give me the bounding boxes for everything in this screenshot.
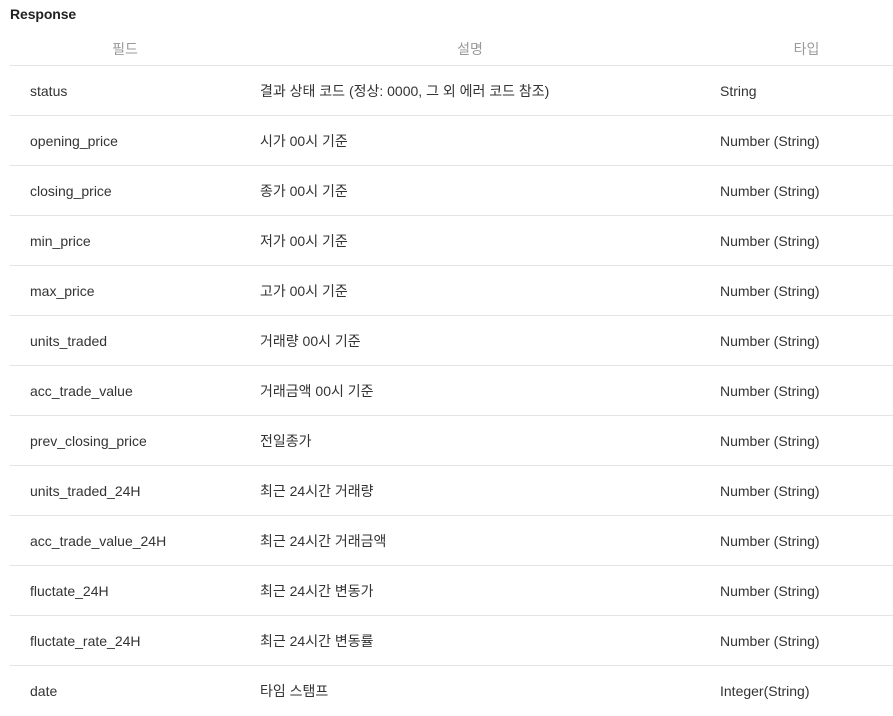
description-cell: 최근 24시간 거래량	[260, 482, 374, 499]
table-row: date 타임 스탬프 Integer(String)	[10, 666, 893, 716]
type-cell: Number (String)	[720, 632, 820, 649]
column-header-type: 타입	[793, 40, 820, 57]
table-header: 필드 설명 타입	[10, 32, 893, 66]
type-cell: Number (String)	[720, 232, 820, 249]
field-name-cell: status	[30, 82, 68, 99]
field-name-cell: min_price	[30, 232, 91, 249]
table-row: units_traded_24H 최근 24시간 거래량 Number (Strin…	[10, 466, 893, 516]
description-cell: 거래금액 00시 기준	[260, 382, 374, 399]
column-header-description: 설명	[457, 40, 483, 57]
field-name-cell: opening_price	[30, 132, 118, 149]
description-cell: 최근 24시간 변동가	[260, 582, 374, 599]
description-cell: 저가 00시 기준	[260, 232, 348, 249]
field-name-cell: units_traded	[30, 332, 108, 349]
description-cell: 타임 스탬프	[260, 683, 329, 699]
field-name-cell: max_price	[30, 282, 95, 299]
description-cell: 최근 24시간 거래금액	[260, 532, 387, 549]
table-row: fluctate_24H 최근 24시간 변동가 Number (String)	[10, 566, 893, 616]
description-cell: 거래량 00시 기준	[260, 332, 361, 349]
table-row: fluctate_rate_24H 최근 24시간 변동률 Number (Stri…	[10, 616, 893, 666]
description-cell: 결과 상태 코드 (정상: 0000, 그 외 에러 코드 참조)	[260, 82, 550, 99]
column-header-field: 필드	[112, 40, 138, 57]
description-cell: 종가 00시 기준	[260, 182, 348, 199]
response-table: 필드 설명 타입 status 결과 상태 코드 (정상: 0000, 그 외 에…	[10, 32, 893, 716]
table-row: opening_price 시가 00시 기준 Number (String)	[10, 116, 893, 166]
table-row: max_price 고가 00시 기준 Number (String)	[10, 266, 893, 316]
table-row: acc_trade_value 거래금액 00시 기준 Number (String…	[10, 366, 893, 416]
field-name-cell: acc_trade_value_24H	[30, 532, 167, 549]
table-body: status 결과 상태 코드 (정상: 0000, 그 외 에러 코드 참조) S…	[10, 66, 893, 716]
field-name-cell: acc_trade_value	[30, 382, 133, 399]
field-name-cell: fluctate_24H	[30, 582, 109, 599]
type-cell: Number (String)	[720, 482, 820, 499]
type-cell: String	[720, 82, 757, 99]
section-title: Response	[10, 6, 77, 22]
description-cell: 시가 00시 기준	[260, 132, 348, 149]
table-row: acc_trade_value_24H 최근 24시간 거래금액 Number (S…	[10, 516, 893, 566]
type-cell: Number (String)	[720, 132, 820, 149]
table-row: status 결과 상태 코드 (정상: 0000, 그 외 에러 코드 참조) S…	[10, 66, 893, 116]
field-name-cell: prev_closing_price	[30, 432, 147, 449]
field-name-cell: closing_price	[30, 182, 112, 199]
type-cell: Number (String)	[720, 182, 820, 199]
table-row: units_traded 거래량 00시 기준 Number (String)	[10, 316, 893, 366]
field-name-cell: fluctate_rate_24H	[30, 632, 141, 649]
type-cell: Integer(String)	[720, 683, 810, 699]
description-cell: 최근 24시간 변동률	[260, 632, 374, 649]
table-row: prev_closing_price 전일종가 Number (String)	[10, 416, 893, 466]
type-cell: Number (String)	[720, 582, 820, 599]
field-name-cell: date	[30, 683, 58, 699]
type-cell: Number (String)	[720, 282, 820, 299]
type-cell: Number (String)	[720, 332, 820, 349]
table-row: closing_price 종가 00시 기준 Number (String)	[10, 166, 893, 216]
type-cell: Number (String)	[720, 532, 820, 549]
field-name-cell: units_traded_24H	[30, 482, 141, 499]
description-cell: 고가 00시 기준	[260, 282, 348, 299]
type-cell: Number (String)	[720, 432, 820, 449]
table-row: min_price 저가 00시 기준 Number (String)	[10, 216, 893, 266]
description-cell: 전일종가	[260, 432, 312, 449]
type-cell: Number (String)	[720, 382, 820, 399]
